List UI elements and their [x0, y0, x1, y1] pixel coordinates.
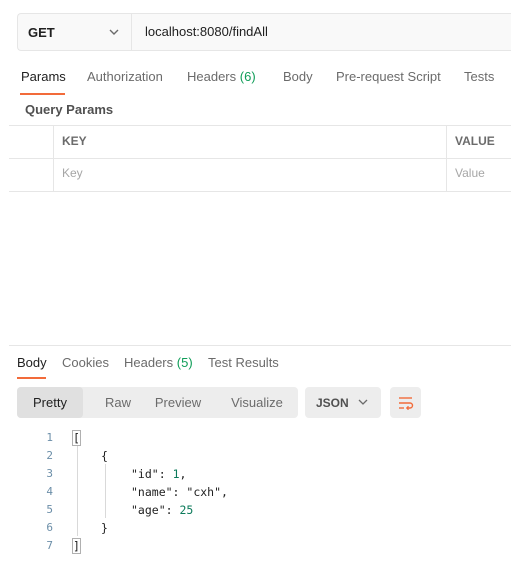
line-number: 5	[46, 503, 53, 516]
code-line: "id": 1,	[131, 467, 187, 481]
line-number: 7	[46, 539, 53, 552]
query-params-title: Query Params	[25, 102, 114, 117]
line-number: 6	[46, 521, 53, 534]
line-number: 1	[46, 431, 53, 444]
view-pretty-button[interactable]: Pretty	[17, 387, 83, 418]
tab-headers[interactable]: Headers (6)	[187, 69, 256, 84]
code-line: "age": 25	[131, 503, 194, 517]
chevron-down-icon	[109, 29, 119, 35]
code-line: {	[101, 449, 108, 463]
method-select[interactable]: GET	[18, 14, 132, 50]
code-line: [	[72, 430, 81, 446]
tab-params[interactable]: Params	[21, 69, 66, 84]
pane-divider[interactable]	[9, 345, 511, 346]
line-number: 4	[46, 485, 53, 498]
view-mode-group: Pretty Raw Preview Visualize	[17, 387, 298, 418]
active-tab-indicator	[20, 93, 65, 95]
line-number: 3	[46, 467, 53, 480]
tab-test-results[interactable]: Test Results	[208, 355, 279, 370]
code-line: ]	[72, 538, 81, 554]
wrap-lines-button[interactable]	[390, 387, 421, 418]
format-select[interactable]: JSON	[305, 387, 381, 418]
response-code-viewer[interactable]: 1 2 3 4 5 6 7 [ { "id": 1, "name": "cxh"…	[0, 428, 511, 558]
line-number: 2	[46, 449, 53, 462]
param-key-input[interactable]: Key	[62, 166, 83, 180]
wrap-lines-icon	[398, 396, 413, 410]
tab-cookies[interactable]: Cookies	[62, 355, 109, 370]
chevron-down-icon	[358, 399, 368, 405]
tab-authorization[interactable]: Authorization	[87, 69, 163, 84]
code-line: }	[101, 521, 108, 535]
method-label: GET	[28, 24, 55, 40]
table-divider	[9, 158, 511, 159]
indent-guide	[77, 446, 78, 536]
request-url-bar: GET localhost:8080/findAll	[17, 13, 511, 51]
view-preview-button[interactable]: Preview	[149, 387, 207, 418]
tab-body[interactable]: Body	[283, 69, 313, 84]
column-header-key: KEY	[62, 134, 87, 148]
view-visualize-button[interactable]: Visualize	[222, 387, 292, 418]
format-label: JSON	[316, 395, 349, 410]
column-header-value: VALUE	[455, 134, 495, 148]
code-line: "name": "cxh",	[131, 485, 228, 499]
table-divider	[9, 125, 511, 126]
table-divider	[446, 125, 447, 191]
tab-response-headers[interactable]: Headers (5)	[124, 355, 193, 370]
indent-guide	[105, 464, 106, 518]
response-headers-count: (5)	[176, 355, 193, 370]
tab-pre-request-script[interactable]: Pre-request Script	[336, 69, 441, 84]
url-input[interactable]: localhost:8080/findAll	[145, 14, 268, 50]
param-value-input[interactable]: Value	[455, 166, 485, 180]
tab-tests[interactable]: Tests	[464, 69, 494, 84]
table-divider	[53, 125, 54, 191]
tab-response-body[interactable]: Body	[17, 355, 47, 370]
view-raw-button[interactable]: Raw	[93, 387, 143, 418]
table-divider	[9, 191, 511, 192]
active-tab-indicator	[17, 377, 46, 379]
headers-count: (6)	[239, 69, 256, 84]
